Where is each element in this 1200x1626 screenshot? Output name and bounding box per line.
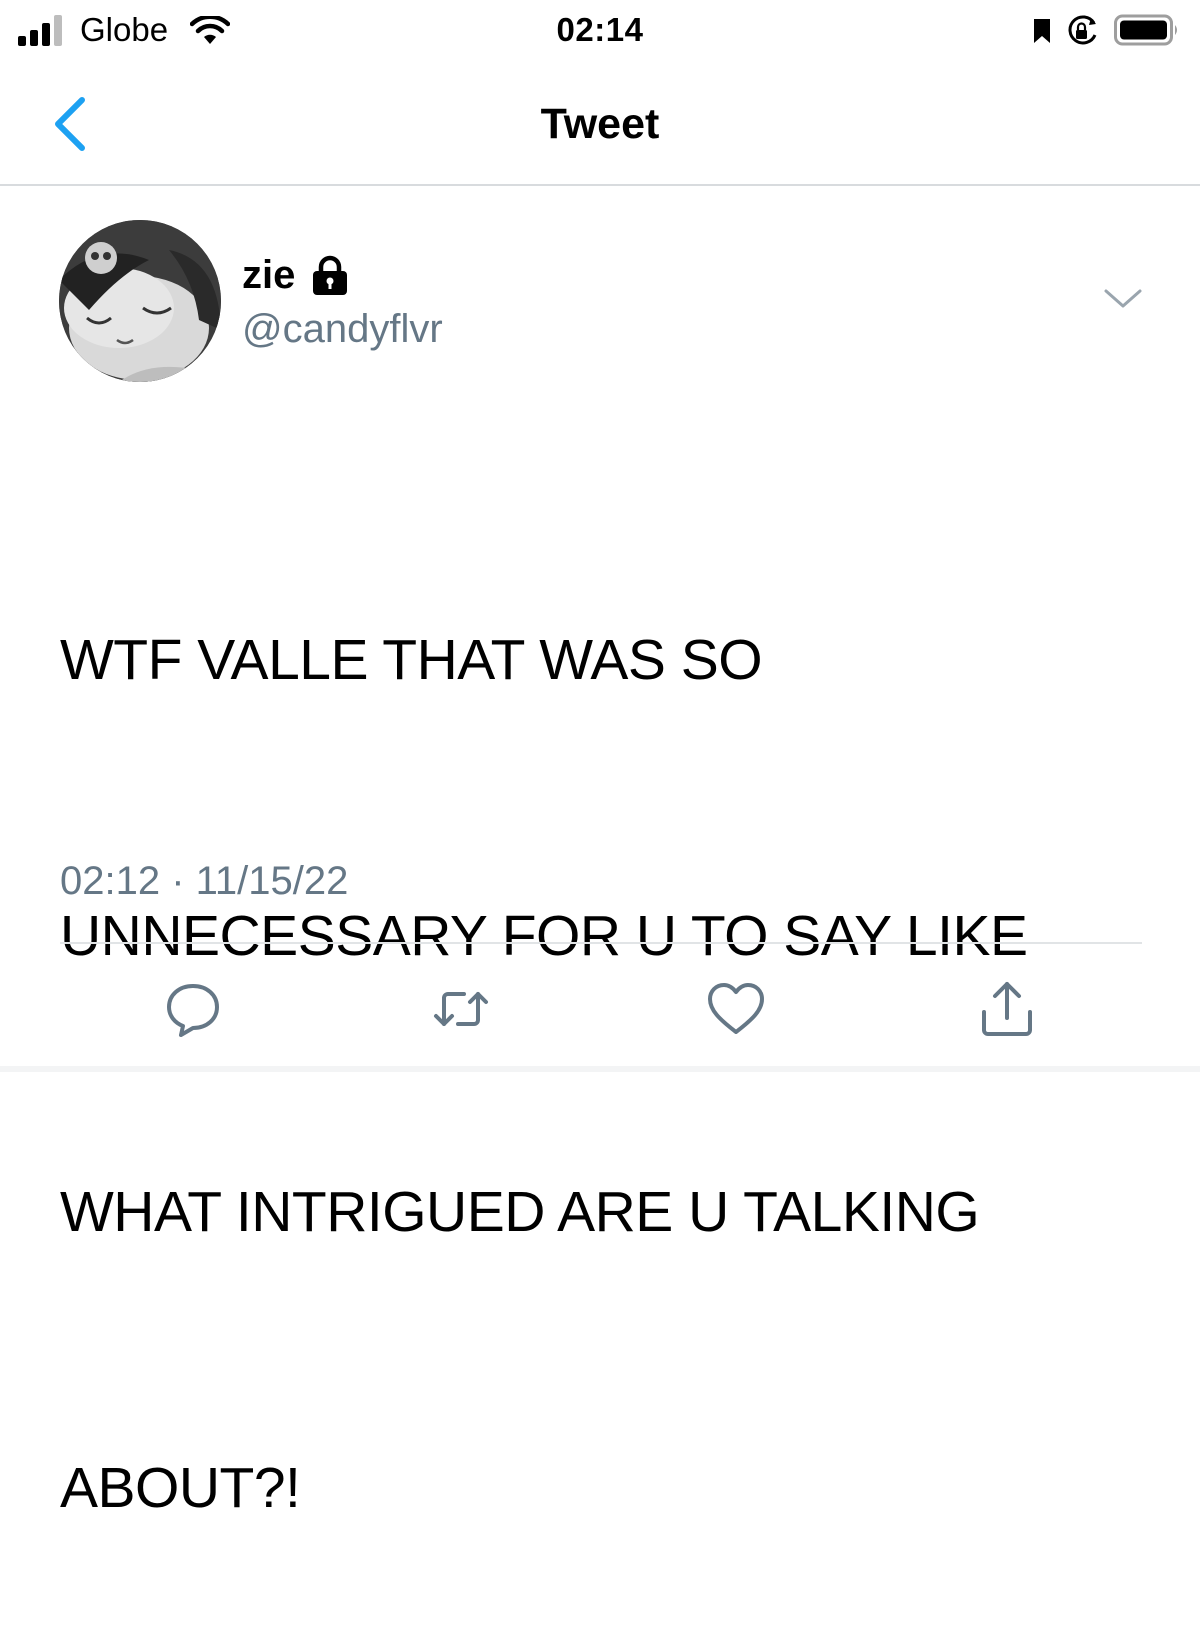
nav-bar: Tweet	[0, 64, 1200, 186]
tweet-timestamp: 02:12 · 11/15/22	[60, 859, 349, 903]
heart-icon	[708, 983, 764, 1034]
author-name-row: zie	[242, 248, 351, 302]
reply-icon	[167, 984, 219, 1037]
retweet-button[interactable]	[430, 978, 492, 1040]
retweet-icon	[434, 992, 488, 1026]
reply-button[interactable]	[162, 978, 224, 1040]
chevron-down-icon	[1104, 289, 1142, 308]
share-icon	[982, 982, 1032, 1036]
tweet-line: WHAT INTRIGUED ARE U TALKING	[60, 1180, 980, 1244]
tweet-line: ABOUT?!	[60, 1456, 301, 1520]
status-bar: Globe 02:14	[0, 0, 1200, 64]
status-time: 02:14	[556, 11, 644, 48]
like-button[interactable]	[705, 978, 767, 1040]
battery-icon	[1114, 14, 1177, 46]
display-name[interactable]: zie	[242, 250, 295, 300]
bookmark-icon	[1034, 19, 1050, 43]
page-title: Tweet	[540, 100, 660, 148]
share-button[interactable]	[976, 978, 1038, 1040]
bottom-edge	[0, 1066, 1200, 1072]
rotation-lock-icon	[1068, 15, 1097, 45]
avatar[interactable]	[59, 220, 221, 382]
user-handle[interactable]: @candyflvr	[242, 304, 443, 354]
tweet-line: WTF VALLE THAT WAS SO	[60, 628, 763, 692]
divider	[60, 942, 1142, 944]
lock-icon	[313, 255, 348, 295]
tweet-menu-button[interactable]	[1102, 283, 1144, 313]
